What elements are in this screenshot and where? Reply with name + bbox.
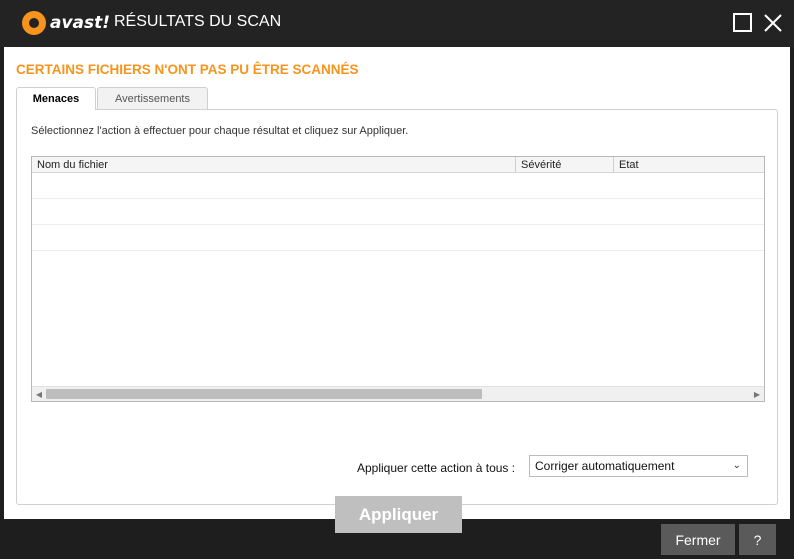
- logo-text: avast!: [50, 13, 111, 33]
- avast-logo-icon: [22, 11, 46, 35]
- help-button[interactable]: ?: [739, 524, 776, 555]
- apply-button[interactable]: Appliquer: [335, 496, 462, 533]
- close-window-button[interactable]: [762, 12, 784, 34]
- apply-all-label: Appliquer cette action à tous :: [357, 461, 516, 475]
- table-row: [32, 173, 764, 199]
- scrollbar-thumb[interactable]: [46, 389, 482, 399]
- column-header-severity[interactable]: Sévérité: [516, 157, 614, 173]
- tab-menaces[interactable]: Menaces: [16, 87, 96, 110]
- tab-panel: Sélectionnez l'action à effectuer pour c…: [16, 109, 778, 533]
- action-select-value: Corriger automatiquement: [535, 459, 675, 473]
- close-icon: [764, 14, 782, 32]
- window-title: RÉSULTATS DU SCAN: [114, 13, 282, 30]
- page-title: CERTAINS FICHIERS N'ONT PAS PU ÊTRE SCAN…: [16, 62, 359, 77]
- horizontal-scrollbar[interactable]: ◀ ▶: [32, 386, 764, 401]
- results-table: Nom du fichier Sévérité Etat ◀ ▶: [31, 156, 765, 402]
- close-button[interactable]: Fermer: [661, 524, 735, 555]
- table-header: Nom du fichier Sévérité Etat: [32, 157, 764, 173]
- tab-avertissements[interactable]: Avertissements: [97, 87, 208, 109]
- scroll-left-icon[interactable]: ◀: [32, 387, 46, 401]
- instruction-text: Sélectionnez l'action à effectuer pour c…: [31, 125, 409, 137]
- column-header-filename[interactable]: Nom du fichier: [32, 157, 516, 173]
- action-select[interactable]: Corriger automatiquement ⌄: [529, 455, 748, 477]
- avast-logo: avast!: [22, 10, 110, 36]
- maximize-icon: [733, 13, 752, 32]
- column-header-status[interactable]: Etat: [614, 157, 764, 173]
- content-area: CERTAINS FICHIERS N'ONT PAS PU ÊTRE SCAN…: [4, 47, 790, 533]
- maximize-button[interactable]: [732, 12, 754, 34]
- scroll-right-icon[interactable]: ▶: [750, 387, 764, 401]
- table-row: [32, 199, 764, 225]
- chevron-down-icon: ⌄: [732, 460, 741, 471]
- title-bar: avast! RÉSULTATS DU SCAN: [0, 0, 794, 47]
- table-row: [32, 225, 764, 251]
